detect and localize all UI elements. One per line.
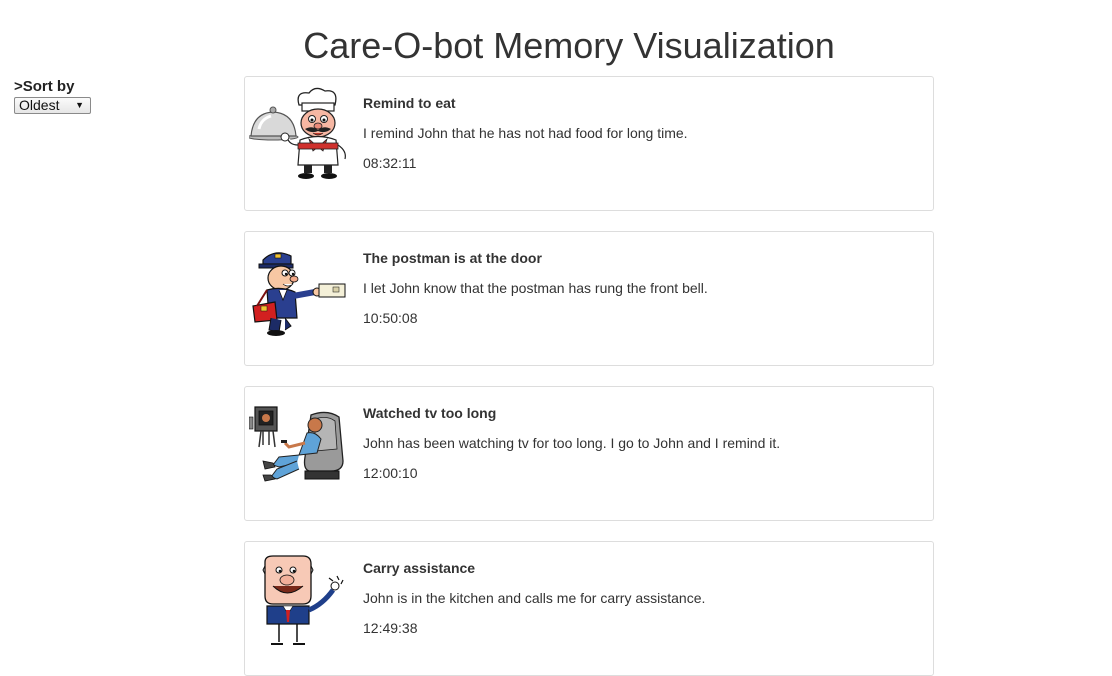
memory-description: John is in the kitchen and calls me for … [363, 590, 706, 606]
page-title: Care-O-bot Memory Visualization [303, 25, 835, 66]
memory-card: The postman is at the door I let John kn… [244, 231, 934, 366]
sort-panel: >Sort by Oldest ▼ [14, 78, 91, 114]
memory-description: I let John know that the postman has run… [363, 280, 708, 296]
memory-card: Carry assistance John is in the kitchen … [244, 541, 934, 676]
sort-label: >Sort by [14, 78, 75, 95]
memory-title: Remind to eat [363, 95, 456, 111]
waving-man-icon [262, 555, 344, 645]
memory-time: 08:32:11 [363, 155, 417, 171]
memory-time: 12:00:10 [363, 465, 418, 481]
memory-title: Watched tv too long [363, 405, 497, 421]
chef-icon [249, 87, 346, 179]
chevron-down-icon: ▼ [75, 100, 84, 110]
memory-description: John has been watching tv for too long. … [363, 435, 781, 451]
sort-select[interactable]: Oldest ▼ [14, 97, 91, 114]
memory-time: 10:50:08 [363, 310, 418, 326]
memory-title: The postman is at the door [363, 250, 542, 266]
tv-viewer-icon [249, 406, 344, 482]
memory-title: Carry assistance [363, 560, 476, 576]
memory-time: 12:49:38 [363, 620, 418, 636]
memory-card: Watched tv too long John has been watchi… [244, 386, 934, 521]
memory-description: I remind John that he has not had food f… [363, 125, 688, 141]
memory-card: Remind to eat I remind John that he has … [244, 76, 934, 211]
sort-select-value: Oldest [19, 97, 60, 113]
postman-icon [252, 252, 346, 336]
